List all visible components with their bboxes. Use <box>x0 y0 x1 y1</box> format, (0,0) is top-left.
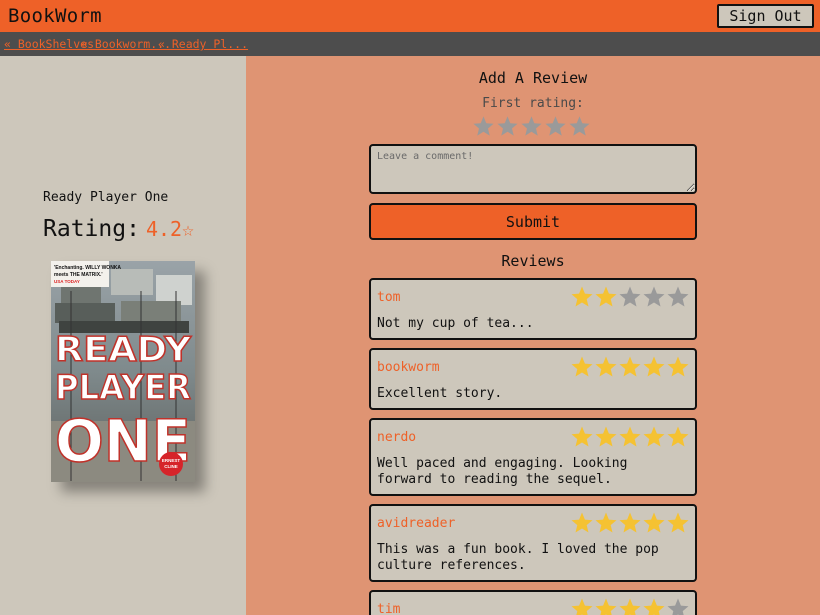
star-filled-icon <box>595 598 617 615</box>
review-card: bookworm Excellent story. <box>369 348 697 410</box>
top-bar: BookWorm Sign Out <box>0 0 820 32</box>
first-rating-label: First rating: <box>482 96 584 111</box>
star-filled-icon <box>619 598 641 615</box>
book-rating: Rating: 4.2☆ <box>43 216 194 242</box>
star-empty-icon[interactable] <box>472 115 495 137</box>
star-empty-icon[interactable] <box>520 115 543 137</box>
star-empty-icon <box>667 286 689 307</box>
breadcrumb-ready-player-one[interactable]: « Ready Pl... <box>158 37 248 51</box>
breadcrumb: « BookShelves « Bookworm... « Ready Pl..… <box>0 32 820 56</box>
reviews-list: tom Not my cup of tea... bookworm Excellent… <box>369 278 697 615</box>
star-empty-icon <box>619 286 641 307</box>
rating-label: Rating: <box>43 216 140 242</box>
add-review-title: Add A Review <box>478 69 588 87</box>
star-empty-icon <box>667 598 689 615</box>
review-rating <box>570 355 690 378</box>
cover-quote-source: USA TODAY <box>54 279 80 284</box>
book-info-panel: Ready Player One Rating: 4.2☆ 'Enchanting… <box>0 56 246 615</box>
cover-quote-line2: meets THE MATRIX.' <box>54 272 103 278</box>
sign-out-button[interactable]: Sign Out <box>717 4 814 28</box>
star-filled-icon <box>667 426 689 447</box>
review-card: tom Not my cup of tea... <box>369 278 697 340</box>
review-card: avidreader This was a fun book. I loved t… <box>369 504 697 582</box>
cover-title-line1: READY <box>55 330 191 370</box>
review-username[interactable]: tom <box>377 290 400 305</box>
cover-author-line1: ERNEST <box>162 458 181 463</box>
rating-value: 4.2☆ <box>145 217 195 241</box>
star-filled-icon <box>595 426 617 447</box>
cover-title-line2: PLAYER <box>55 368 191 408</box>
star-empty-icon[interactable] <box>496 115 519 137</box>
book-title: Ready Player One <box>43 190 169 205</box>
rating-input[interactable] <box>472 115 596 137</box>
star-filled-icon <box>571 356 593 377</box>
star-filled-icon <box>595 512 617 533</box>
star-empty-icon <box>643 286 665 307</box>
cover-author-line2: CLINE <box>164 464 178 469</box>
submit-button[interactable]: Submit <box>369 203 697 240</box>
review-rating <box>570 425 690 448</box>
star-filled-icon <box>643 426 665 447</box>
reviews-title: Reviews <box>501 252 565 270</box>
review-card: nerdo Well paced and engaging. Looking fo… <box>369 418 697 496</box>
review-card: tim <box>369 590 697 615</box>
app-title: BookWorm <box>8 5 102 27</box>
star-filled-icon <box>643 512 665 533</box>
review-username[interactable]: nerdo <box>377 430 416 445</box>
review-username[interactable]: tim <box>377 602 400 615</box>
star-filled-icon <box>619 426 641 447</box>
star-filled-icon <box>667 356 689 377</box>
review-rating <box>570 285 690 308</box>
star-filled-icon <box>619 356 641 377</box>
star-empty-icon[interactable] <box>568 115 591 137</box>
star-empty-icon[interactable] <box>544 115 567 137</box>
star-filled-icon <box>643 356 665 377</box>
star-filled-icon <box>571 426 593 447</box>
star-filled-icon <box>595 356 617 377</box>
star-filled-icon <box>571 512 593 533</box>
review-username[interactable]: bookworm <box>377 360 440 375</box>
star-filled-icon <box>667 512 689 533</box>
reviews-panel: Add A Review First rating: Submit Review… <box>246 56 820 615</box>
review-rating <box>570 597 690 615</box>
review-username[interactable]: avidreader <box>377 516 455 531</box>
star-filled-icon <box>571 598 593 615</box>
star-filled-icon <box>571 286 593 307</box>
star-filled-icon <box>643 598 665 615</box>
cover-quote-line1: 'Enchanting. WILLY WONKA <box>54 265 121 271</box>
book-cover-image: 'Enchanting. WILLY WONKA meets THE MATRI… <box>51 261 195 482</box>
star-filled-icon <box>595 286 617 307</box>
comment-input[interactable] <box>369 144 697 194</box>
star-filled-icon <box>619 512 641 533</box>
review-rating <box>570 511 690 534</box>
